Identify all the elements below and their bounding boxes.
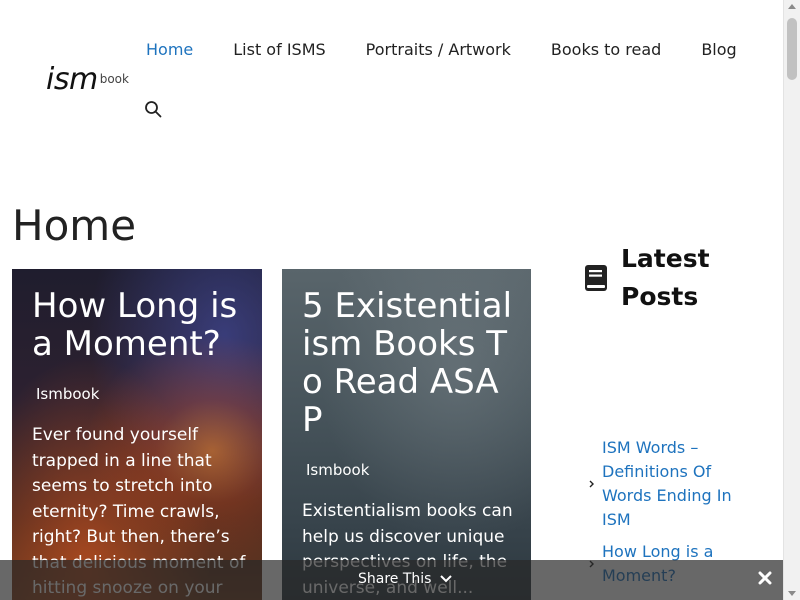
post-card[interactable]: 5 Existentialism Books To Read ASAP Ismb… bbox=[282, 269, 531, 600]
post-card-title[interactable]: 5 Existentialism Books To Read ASAP bbox=[302, 287, 517, 439]
scroll-down-arrow-icon[interactable] bbox=[788, 591, 796, 596]
list-item: ISM Words – Definitions Of Words Ending … bbox=[584, 436, 744, 532]
site-logo[interactable]: ism book bbox=[46, 62, 129, 98]
scroll-up-arrow-icon[interactable] bbox=[788, 4, 796, 9]
scrollbar-thumb[interactable] bbox=[787, 18, 797, 80]
post-card-title[interactable]: How Long is a Moment? bbox=[32, 287, 248, 363]
share-label: Share This bbox=[358, 571, 432, 587]
share-bar: Share This bbox=[0, 560, 783, 600]
close-icon[interactable] bbox=[757, 570, 773, 586]
nav-item-blog[interactable]: Blog bbox=[681, 30, 756, 70]
sidebar-title: Latest Posts bbox=[621, 244, 710, 311]
book-icon bbox=[585, 265, 607, 291]
post-card-author[interactable]: Ismbook bbox=[306, 461, 517, 479]
vertical-scrollbar[interactable] bbox=[783, 0, 800, 600]
nav-item-list-of-isms[interactable]: List of ISMS bbox=[213, 30, 345, 70]
share-this-button[interactable]: Share This bbox=[358, 571, 453, 587]
logo-sub-text: book bbox=[99, 72, 129, 86]
latest-post-link[interactable]: ISM Words – Definitions Of Words Ending … bbox=[602, 436, 744, 532]
nav-item-books-to-read[interactable]: Books to read bbox=[531, 30, 681, 70]
chevron-right-icon bbox=[589, 480, 594, 488]
post-card-author[interactable]: Ismbook bbox=[36, 385, 248, 403]
chevron-down-icon bbox=[440, 575, 453, 583]
post-card[interactable]: How Long is a Moment? Ismbook Ever found… bbox=[12, 269, 262, 600]
nav-item-portraits-artwork[interactable]: Portraits / Artwork bbox=[346, 30, 531, 70]
logo-main-text: ism bbox=[46, 62, 98, 97]
page-title: Home bbox=[12, 201, 137, 250]
sidebar-latest-posts-heading: Latest Posts bbox=[584, 240, 721, 316]
search-icon[interactable] bbox=[144, 100, 162, 118]
nav-item-home[interactable]: Home bbox=[126, 30, 213, 70]
main-nav: Home List of ISMS Portraits / Artwork Bo… bbox=[126, 30, 757, 70]
